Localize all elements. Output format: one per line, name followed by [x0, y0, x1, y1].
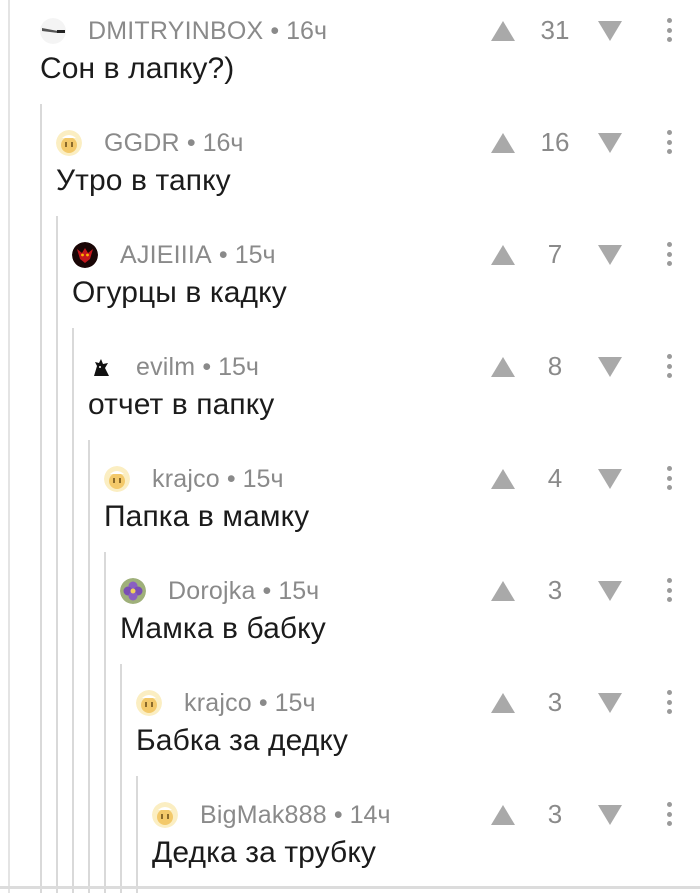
more-options-icon[interactable]	[662, 463, 676, 493]
comment-score: 7	[547, 239, 563, 269]
more-options-icon[interactable]	[662, 127, 676, 157]
downvote-icon[interactable]	[597, 465, 623, 493]
upvote-icon[interactable]	[490, 129, 516, 157]
downvote-icon[interactable]	[597, 689, 623, 717]
upvote-icon[interactable]	[490, 801, 516, 829]
downvote-icon[interactable]	[597, 17, 623, 45]
upvote-icon[interactable]	[490, 353, 516, 381]
more-options-icon[interactable]	[662, 15, 676, 45]
vote-row: 7	[0, 224, 700, 336]
upvote-icon[interactable]	[490, 241, 516, 269]
more-options-icon[interactable]	[662, 687, 676, 717]
downvote-icon[interactable]	[597, 129, 623, 157]
upvote-icon[interactable]	[490, 465, 516, 493]
downvote-icon[interactable]	[597, 353, 623, 381]
more-options-icon[interactable]	[662, 799, 676, 829]
comment-score: 4	[547, 463, 563, 493]
more-options-icon[interactable]	[662, 351, 676, 381]
downvote-icon[interactable]	[597, 801, 623, 829]
vote-row: 3	[0, 784, 700, 886]
downvote-icon[interactable]	[597, 577, 623, 605]
vote-row: 4	[0, 448, 700, 560]
comment-score: 3	[547, 799, 563, 829]
vote-row: 31	[0, 0, 700, 112]
vote-row: 3	[0, 560, 700, 672]
upvote-icon[interactable]	[490, 17, 516, 45]
comment-score: 3	[547, 575, 563, 605]
comment-score: 31	[540, 15, 570, 45]
vote-row: 8	[0, 336, 700, 448]
upvote-icon[interactable]	[490, 689, 516, 717]
vote-row: 3	[0, 672, 700, 784]
comment-score: 16	[540, 127, 570, 157]
more-options-icon[interactable]	[662, 239, 676, 269]
comment-score: 3	[547, 687, 563, 717]
vote-row: 16	[0, 112, 700, 224]
downvote-icon[interactable]	[597, 241, 623, 269]
more-options-icon[interactable]	[662, 575, 676, 605]
upvote-icon[interactable]	[490, 577, 516, 605]
comment-score: 8	[547, 351, 563, 381]
